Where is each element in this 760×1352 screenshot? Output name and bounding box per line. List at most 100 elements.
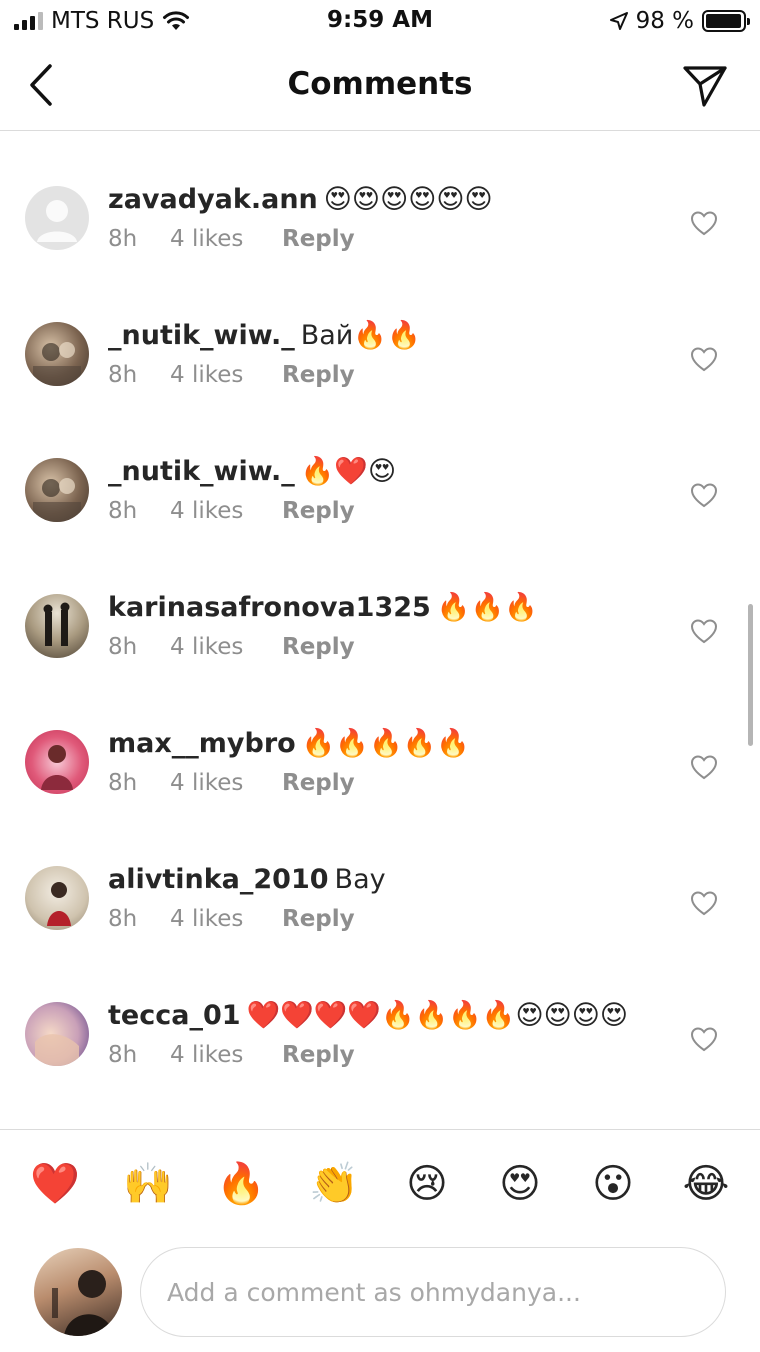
comment-body: max__mybro 🔥🔥🔥🔥🔥 8h 4 likes Reply <box>108 726 668 796</box>
comment-meta: 8h 4 likes Reply <box>108 498 668 524</box>
comment-likes[interactable]: 4 likes <box>170 770 282 796</box>
comment-likes[interactable]: 4 likes <box>170 498 282 524</box>
status-right: 98 % <box>609 8 750 34</box>
comment-message: Вай🔥🔥 <box>300 320 421 351</box>
comment-composer <box>0 1240 760 1352</box>
comment-username[interactable]: max__mybro <box>108 728 296 759</box>
emoji-surprised-button[interactable]: 😮 <box>587 1158 639 1210</box>
heart-outline-icon <box>690 619 718 644</box>
reply-button[interactable]: Reply <box>282 1042 355 1068</box>
comment-likes[interactable]: 4 likes <box>170 1042 282 1068</box>
comment-text: zavadyak.ann 😍😍😍😍😍😍 <box>108 182 668 218</box>
back-button[interactable] <box>22 62 62 108</box>
header: Comments <box>0 44 760 131</box>
reply-button[interactable]: Reply <box>282 498 355 524</box>
comment-username[interactable]: tecca_01 <box>108 1000 241 1031</box>
comments-list: zavadyak.ann 😍😍😍😍😍😍 8h 4 likes Reply _nut… <box>0 132 760 1128</box>
comment-time: 8h <box>108 634 138 660</box>
comment-meta: 8h 4 likes Reply <box>108 362 668 388</box>
like-comment-button[interactable] <box>690 210 718 238</box>
comment-message: 🔥❤️😍 <box>300 456 397 487</box>
avatar[interactable] <box>25 730 89 794</box>
reply-button[interactable]: Reply <box>282 226 355 252</box>
reply-button[interactable]: Reply <box>282 634 355 660</box>
comment-likes[interactable]: 4 likes <box>170 906 282 932</box>
like-comment-button[interactable] <box>690 1026 718 1054</box>
profile-photo-icon <box>43 602 70 646</box>
profile-photo-icon <box>33 478 81 522</box>
comment-body: _nutik_wiw._ 🔥❤️😍 8h 4 likes Reply <box>108 454 668 524</box>
comment-text: alivtinka_2010 Bay <box>108 862 668 898</box>
comment-body: _nutik_wiw._ Вай🔥🔥 8h 4 likes Reply <box>108 318 668 388</box>
heart-outline-icon <box>690 755 718 780</box>
comment-meta: 8h 4 likes Reply <box>108 634 668 660</box>
share-button[interactable] <box>682 64 728 108</box>
location-arrow-icon <box>609 12 628 30</box>
battery-icon <box>702 10 750 32</box>
avatar[interactable] <box>25 186 89 250</box>
profile-photo-icon <box>35 1034 79 1066</box>
emoji-heart-button[interactable]: ❤️ <box>29 1158 81 1210</box>
profile-photo-icon <box>47 882 71 926</box>
comment-input[interactable] <box>140 1247 726 1337</box>
scrollbar[interactable] <box>748 604 753 746</box>
comment-likes[interactable]: 4 likes <box>170 634 282 660</box>
battery-percentage: 98 % <box>635 8 694 34</box>
comment-meta: 8h 4 likes Reply <box>108 1042 668 1068</box>
emoji-laughing-button[interactable]: 😂 <box>680 1158 732 1210</box>
comment-text: _nutik_wiw._ 🔥❤️😍 <box>108 454 668 490</box>
reply-button[interactable]: Reply <box>282 362 355 388</box>
comment-body: alivtinka_2010 Bay 8h 4 likes Reply <box>108 862 668 932</box>
profile-photo-icon <box>41 745 73 790</box>
avatar[interactable] <box>25 866 89 930</box>
heart-outline-icon <box>690 347 718 372</box>
comment-text: tecca_01 ❤️❤️❤️❤️🔥🔥🔥🔥😍😍😍😍 <box>108 998 668 1034</box>
like-comment-button[interactable] <box>690 754 718 782</box>
emoji-fire-button[interactable]: 🔥 <box>215 1158 267 1210</box>
emoji-raised-hands-button[interactable]: 🙌 <box>122 1158 174 1210</box>
comment-meta: 8h 4 likes Reply <box>108 906 668 932</box>
heart-outline-icon <box>690 891 718 916</box>
comment-username[interactable]: alivtinka_2010 <box>108 864 329 895</box>
comment-likes[interactable]: 4 likes <box>170 362 282 388</box>
comment-username[interactable]: _nutik_wiw._ <box>108 320 295 351</box>
comment-message: 😍😍😍😍😍😍 <box>323 184 493 215</box>
comment-username[interactable]: karinasafronova1325 <box>108 592 431 623</box>
comment-time: 8h <box>108 498 138 524</box>
heart-outline-icon <box>690 1027 718 1052</box>
avatar[interactable] <box>25 322 89 386</box>
profile-photo-icon <box>33 342 81 386</box>
like-comment-button[interactable] <box>690 482 718 510</box>
emoji-clap-button[interactable]: 👏 <box>308 1158 360 1210</box>
comment-meta: 8h 4 likes Reply <box>108 226 668 252</box>
comment-username[interactable]: _nutik_wiw._ <box>108 456 295 487</box>
page-title: Comments <box>287 66 473 102</box>
avatar[interactable] <box>25 1002 89 1066</box>
comment-time: 8h <box>108 226 138 252</box>
comment-likes[interactable]: 4 likes <box>170 226 282 252</box>
like-comment-button[interactable] <box>690 346 718 374</box>
comment-body: karinasafronova1325 🔥🔥🔥 8h 4 likes Reply <box>108 590 668 660</box>
current-user-avatar <box>34 1248 122 1336</box>
heart-outline-icon <box>690 483 718 508</box>
profile-photo-icon <box>52 1270 114 1336</box>
comment-time: 8h <box>108 1042 138 1068</box>
emoji-heart-eyes-button[interactable]: 😍 <box>494 1158 546 1210</box>
avatar[interactable] <box>25 458 89 522</box>
comment-username[interactable]: zavadyak.ann <box>108 184 318 215</box>
emoji-crying-button[interactable]: 😢 <box>401 1158 453 1210</box>
comment-body: tecca_01 ❤️❤️❤️❤️🔥🔥🔥🔥😍😍😍😍 8h 4 likes Repl… <box>108 998 668 1068</box>
comment-message: ❤️❤️❤️❤️🔥🔥🔥🔥😍😍😍😍 <box>246 1000 629 1031</box>
comment-text: max__mybro 🔥🔥🔥🔥🔥 <box>108 726 668 762</box>
like-comment-button[interactable] <box>690 890 718 918</box>
like-comment-button[interactable] <box>690 618 718 646</box>
reply-button[interactable]: Reply <box>282 906 355 932</box>
avatar[interactable] <box>25 594 89 658</box>
comment-time: 8h <box>108 906 138 932</box>
comment-body: zavadyak.ann 😍😍😍😍😍😍 8h 4 likes Reply <box>108 182 668 252</box>
quick-emoji-bar: ❤️ 🙌 🔥 👏 😢 😍 😮 😂 <box>0 1129 760 1239</box>
comment-message: 🔥🔥🔥 <box>436 592 538 623</box>
reply-button[interactable]: Reply <box>282 770 355 796</box>
comment-meta: 8h 4 likes Reply <box>108 770 668 796</box>
battery-fill <box>706 14 742 28</box>
